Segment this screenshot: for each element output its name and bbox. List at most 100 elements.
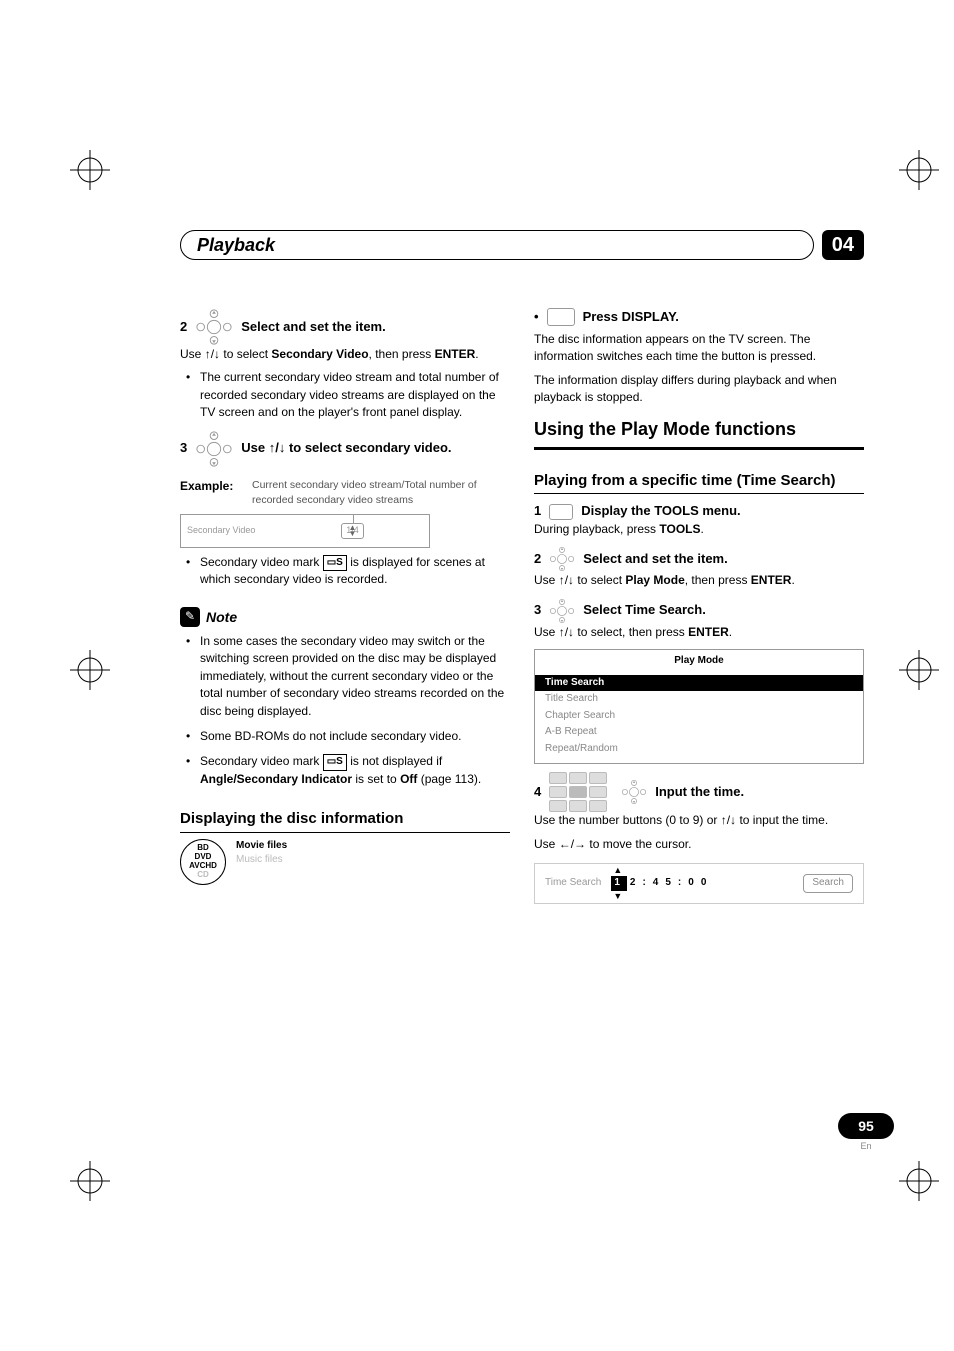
- crop-mark-icon: [70, 1161, 110, 1201]
- time-digit: 2: [630, 876, 640, 891]
- play-mode-item[interactable]: Title Search: [535, 691, 863, 708]
- step-body: Use ↑/↓ to select Play Mode, then press …: [534, 572, 864, 589]
- note-item: Some BD-ROMs do not include secondary vi…: [200, 728, 510, 745]
- bullet-item: The current secondary video stream and t…: [200, 369, 510, 421]
- secondary-video-mark-icon: ▭S: [323, 754, 347, 771]
- search-button[interactable]: Search: [803, 874, 853, 893]
- step-2: 2 Select and set the item.: [180, 308, 510, 346]
- example-row: Example: Current secondary video stream/…: [180, 478, 510, 508]
- step-body: Use the number buttons (0 to 9) or ↑/↓ t…: [534, 812, 864, 829]
- page-number: 95: [838, 1113, 894, 1139]
- dpad-icon: [621, 779, 647, 805]
- step-1: 1 Display the TOOLS menu.: [534, 502, 864, 521]
- section-title-text: Playback: [197, 235, 275, 256]
- press-display-label: Press DISPLAY.: [583, 308, 679, 327]
- time-digit: 1: [611, 876, 627, 891]
- note-icon: ✎: [180, 607, 200, 627]
- body-text: The information display differs during p…: [534, 372, 864, 407]
- step-label: Display the TOOLS menu.: [581, 502, 740, 521]
- step-number: 3: [534, 601, 541, 620]
- time-digit: 0: [688, 876, 698, 891]
- file-format-list: Movie files Music files: [236, 839, 287, 868]
- arrow-updown-icon: ↑/↓: [559, 573, 574, 587]
- example-label: Example:: [180, 478, 240, 508]
- chapter-badge: 04: [822, 230, 864, 260]
- subsection-heading: Playing from a specific time (Time Searc…: [534, 470, 864, 495]
- arrow-leftright-icon: ←/→: [559, 837, 586, 851]
- arrow-updown-icon: ↑/↓: [269, 440, 286, 455]
- enter-dpad-icon: [549, 546, 575, 572]
- section-title: Playback: [180, 230, 814, 260]
- step-number: 4: [534, 783, 541, 802]
- time-separator: :: [642, 876, 649, 891]
- display-button-icon: [547, 308, 575, 326]
- disc-format-badge: BD DVD AVCHD CD: [180, 839, 226, 885]
- page-header: Playback 04: [180, 230, 864, 260]
- tools-button-icon: [549, 504, 573, 520]
- crop-mark-icon: [899, 150, 939, 190]
- step-3: 3 Use ↑/↓ to select secondary video.: [180, 430, 510, 468]
- step-label: Select and set the item.: [241, 318, 386, 337]
- time-separator: :: [678, 876, 685, 891]
- note-item: In some cases the secondary video may sw…: [200, 633, 510, 720]
- arrow-down-icon: ▼: [276, 528, 429, 540]
- time-search-label: Time Search: [545, 876, 601, 891]
- time-search-digits: ▲ ▼ 12:45:00: [611, 876, 710, 891]
- enter-dpad-icon: [549, 598, 575, 624]
- number-pad-icon: [549, 772, 607, 812]
- step-number: 3: [180, 439, 187, 458]
- play-mode-item[interactable]: A-B Repeat: [535, 724, 863, 741]
- step-number: 2: [534, 550, 541, 569]
- chapter-number: 04: [832, 234, 854, 257]
- press-display-row: • Press DISPLAY.: [534, 308, 864, 327]
- step-label: Input the time.: [655, 783, 744, 802]
- play-mode-item[interactable]: Repeat/Random: [535, 741, 863, 758]
- step-body: Use ←/→ to move the cursor.: [534, 836, 864, 853]
- enter-dpad-icon: [195, 308, 233, 346]
- step-label: Use ↑/↓ to select secondary video.: [241, 439, 451, 458]
- step-body: Use ↑/↓ to select Secondary Video, then …: [180, 346, 510, 363]
- bullet-item: Secondary video mark ▭S is displayed for…: [200, 554, 510, 589]
- step-number: 2: [180, 318, 187, 337]
- page-language: En: [838, 1141, 894, 1151]
- note-label: Note: [206, 607, 237, 627]
- page-footer: 95 En: [838, 1113, 894, 1151]
- secondary-video-mark-icon: ▭S: [323, 555, 347, 572]
- crop-mark-icon: [70, 150, 110, 190]
- arrow-updown-icon: ↑/↓: [721, 813, 736, 827]
- subsection-heading: Displaying the disc information: [180, 808, 510, 833]
- step-4: 4 Input the time.: [534, 772, 864, 812]
- arrow-updown-icon: ↑/↓: [205, 347, 220, 361]
- note-item: Secondary video mark ▭S is not displayed…: [200, 753, 510, 788]
- time-digit: 0: [701, 876, 711, 891]
- play-mode-title: Play Mode: [535, 650, 863, 675]
- play-mode-item[interactable]: Time Search: [535, 675, 863, 692]
- step-label: Select Time Search.: [583, 601, 706, 620]
- bullet-dot: •: [534, 308, 539, 327]
- arrow-up-icon: ▲: [613, 864, 623, 877]
- dpad-icon: [195, 430, 233, 468]
- left-column: 2 Select and set the item. Use ↑/↓ to se…: [180, 300, 510, 904]
- time-digit: 5: [665, 876, 675, 891]
- example-description: Current secondary video stream/Total num…: [252, 478, 510, 508]
- crop-mark-icon: [899, 650, 939, 690]
- play-mode-menu: Play Mode Time SearchTitle SearchChapter…: [534, 649, 864, 764]
- section-heading: Using the Play Mode functions: [534, 416, 864, 449]
- play-mode-item[interactable]: Chapter Search: [535, 708, 863, 725]
- body-text: The disc information appears on the TV s…: [534, 331, 864, 366]
- arrow-down-icon: ▼: [613, 890, 623, 903]
- crop-mark-icon: [70, 650, 110, 690]
- step-2: 2 Select and set the item.: [534, 546, 864, 572]
- secondary-video-display: Secondary Video ▲ 1/4 ▼: [180, 514, 430, 548]
- step-label: Select and set the item.: [583, 550, 728, 569]
- arrow-updown-icon: ↑/↓: [559, 625, 574, 639]
- right-column: • Press DISPLAY. The disc information ap…: [534, 300, 864, 904]
- note-heading: ✎ Note: [180, 607, 510, 627]
- step-3: 3 Select Time Search.: [534, 598, 864, 624]
- crop-mark-icon: [899, 1161, 939, 1201]
- time-search-display: Time Search ▲ ▼ 12:45:00 Search: [534, 863, 864, 904]
- step-body: Use ↑/↓ to select, then press ENTER.: [534, 624, 864, 641]
- step-body: During playback, press TOOLS.: [534, 521, 864, 538]
- time-digit: 4: [653, 876, 663, 891]
- secondary-video-label: Secondary Video: [181, 524, 276, 537]
